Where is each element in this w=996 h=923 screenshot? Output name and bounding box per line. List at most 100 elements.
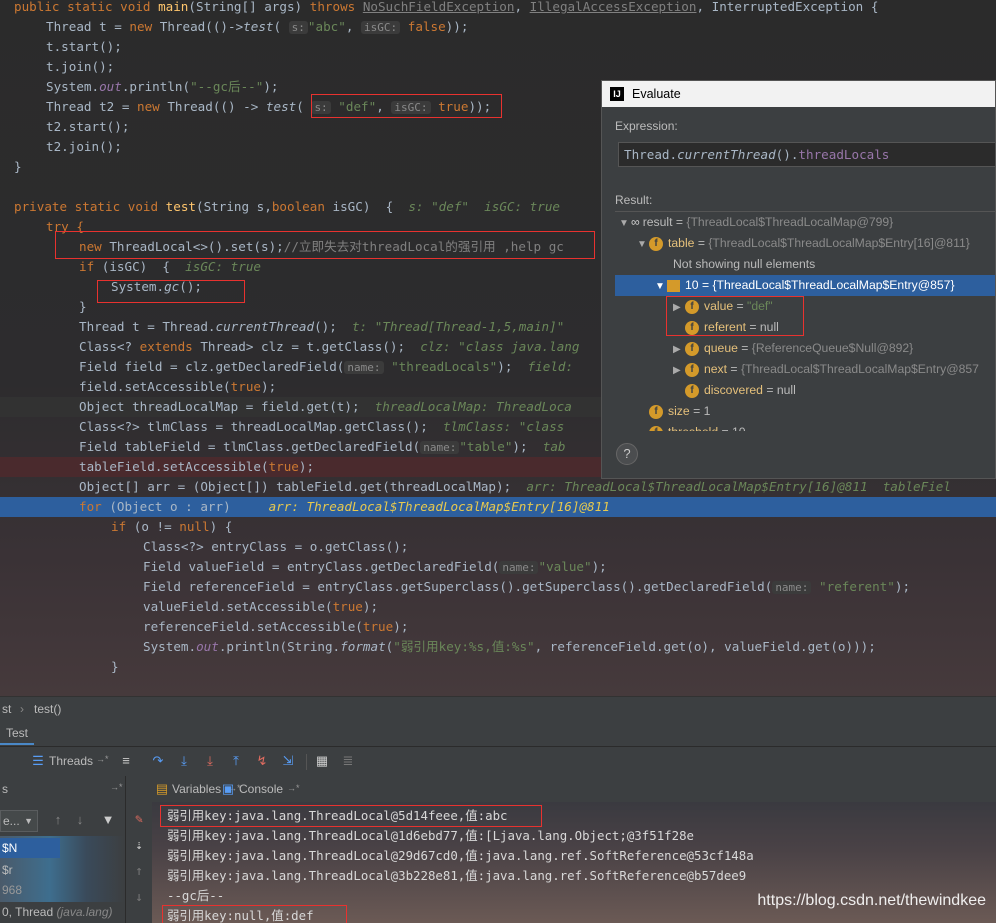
step-out-icon[interactable]: ⤒ [228,753,244,769]
tree-node-discovered[interactable]: f discovered = null [685,380,796,401]
drop-frame-icon[interactable]: ↯ [254,753,270,769]
code-line: valueField.setAccessible(true); [143,599,379,614]
tab-variables[interactable]: Variables [172,782,221,796]
tree-node-size[interactable]: f size = 1 [649,401,710,422]
chevron-down-icon: ▼ [637,239,647,250]
threads-icon: ☰ [32,753,44,768]
code-line: Field valueField = entryClass.getDeclare… [143,559,607,574]
console-line: 弱引用key:java.lang.ThreadLocal@3b228e81,值:… [167,868,747,883]
toolbar-divider [306,754,307,770]
pin-icon[interactable]: →* [287,783,300,793]
tree-node-next[interactable]: ▶ f next = {ThreadLocal$ThreadLocalMap$Ent… [673,359,979,380]
frames-header: s [2,782,8,796]
trace-icon[interactable]: ≣ [340,753,356,769]
arrow-down-icon[interactable]: ↓ [72,812,88,828]
code-line: Class<?> entryClass = o.getClass(); [143,539,409,554]
breadcrumb: st › test() [0,696,996,720]
chevron-down-icon: ▼ [24,816,33,826]
dialog-titlebar[interactable]: IJ Evaluate [602,81,995,107]
array-icon [667,279,680,292]
highlight-box [97,280,245,303]
chevron-down-icon: ▼ [619,218,629,229]
frames-pane: s →* e... ▼ ↑ ↓ ▼ $N $r 968 0, Thread (ja… [0,776,126,923]
code-line: } [111,659,119,674]
field-icon: f [685,362,699,377]
field-icon: f [649,236,663,251]
breadcrumb-item[interactable]: test() [34,697,61,721]
debug-subtabs-bar-clean: ▤ Variables →* ▣ Console →* [152,776,996,802]
expression-label: Expression: [615,119,678,133]
field-icon: f [649,404,663,419]
highlight-box [162,905,347,923]
tree-node-entry-selected[interactable]: ▼ 10 = {ThreadLocal$ThreadLocalMap$Entry@… [615,275,995,296]
field-icon: f [685,383,699,398]
pin-icon[interactable]: →* [96,754,109,764]
breadcrumb-item[interactable]: st [2,697,11,721]
tab-console[interactable]: Console [239,782,283,796]
frame-row[interactable]: 0, Thread (java.lang) [0,902,124,922]
variables-icon: ▤ [155,781,169,796]
tree-node-result[interactable]: ▼ ∞ result = {ThreadLocal$ThreadLocalMap@7… [619,212,893,233]
code-line: Object[] arr = (Object[]) tableField.get… [79,479,951,494]
tab-test[interactable]: Test [0,721,35,745]
console-icon: ▣ [221,781,235,796]
code-line: t.join(); [46,59,115,74]
evaluate-icon[interactable]: ▦ [314,753,330,769]
result-label: Result: [615,193,653,207]
frame-row[interactable]: $r [0,860,13,880]
console-line: --gc后-- [167,888,225,903]
frames-list[interactable]: $N $r 968 [0,836,124,902]
frame-row[interactable]: 968 [0,880,22,900]
evaluate-dialog: IJ Evaluate Expression: Thread.currentThr… [601,80,996,479]
thread-dropdown-value: e... [3,814,20,828]
code-line: if (o != null) { [111,519,233,534]
tree-note: Not showing null elements [673,257,816,271]
down-icon[interactable]: ↓ [131,890,147,906]
highlight-box [311,94,502,118]
chevron-right-icon: ▶ [673,365,681,376]
code-line: System.out.println(String.format("弱引用key… [143,639,876,654]
step-over-icon[interactable]: ↷ [150,753,166,769]
highlight-box [160,805,542,827]
console-line: 弱引用key:java.lang.ThreadLocal@29d67cd0,值:… [167,848,754,863]
console-line: 弱引用key:java.lang.ThreadLocal@1d6ebd77,值:… [167,828,694,843]
dialog-title: Evaluate [632,87,681,101]
tree-node-queue[interactable]: ▶ f queue = {ReferenceQueue$Null@892} [673,338,913,359]
expression-input[interactable]: Thread.currentThread().threadLocals [618,142,995,167]
filter-icon[interactable]: ▼ [100,812,116,828]
highlight-box [55,231,595,259]
tree-node-table[interactable]: ▼ f table = {ThreadLocal$ThreadLocalMap$En… [637,233,970,254]
field-icon: f [649,425,663,431]
debug-tab-bar: Test [0,720,996,746]
code-line: Thread t = new Thread(()->test( s: "abc",… [46,19,469,34]
threads-tab-label[interactable]: Threads [49,754,93,768]
code-line: public static void main(String[] args) t… [14,0,879,14]
chevron-right-icon: ▶ [673,344,681,355]
up-icon[interactable]: ↑ [131,864,147,880]
arrow-up-icon[interactable]: ↑ [50,812,66,828]
debug-toolbar: ☰ Threads →* ≡ ↷ ⤓ ⤓ ⤒ ↯ ⇲ ▦ ≣ [0,746,996,776]
intellij-icon: IJ [610,87,624,101]
scroll-end-icon[interactable]: ⇣ [131,838,147,854]
layout-icon[interactable]: ≡ [118,753,134,769]
tree-node-threshold[interactable]: fthreshold = 10 [649,422,746,431]
result-tree[interactable]: ▼ ∞ result = {ThreadLocal$ThreadLocalMap@7… [615,211,995,431]
step-into-icon[interactable]: ⤓ [176,753,192,769]
chevron-down-icon: ▼ [655,281,665,292]
watermark: https://blog.csdn.net/thewindkee [757,892,986,909]
help-button[interactable]: ? [616,443,638,465]
console-output[interactable]: 弱引用key:java.lang.ThreadLocal@5d14feee,值:… [152,802,996,923]
code-line: t.start(); [46,39,122,54]
code-line: Field referenceField = entryClass.getSup… [143,579,911,594]
highlight-box [666,296,804,336]
pin-icon[interactable]: →* [110,782,123,792]
field-icon: f [685,341,699,356]
watch-icon: ∞ [631,215,640,229]
frame-row-selected[interactable]: $N [0,838,60,858]
code-line-execution-point: for (Object o : arr) arr: ThreadLocal$Th… [0,497,996,517]
code-line: referenceField.setAccessible(true); [143,619,409,634]
thread-dropdown[interactable]: e... ▼ [0,810,38,832]
clear-icon[interactable]: ✎ [131,812,147,828]
run-to-cursor-icon[interactable]: ⇲ [280,753,296,769]
force-step-into-icon[interactable]: ⤓ [202,753,218,769]
